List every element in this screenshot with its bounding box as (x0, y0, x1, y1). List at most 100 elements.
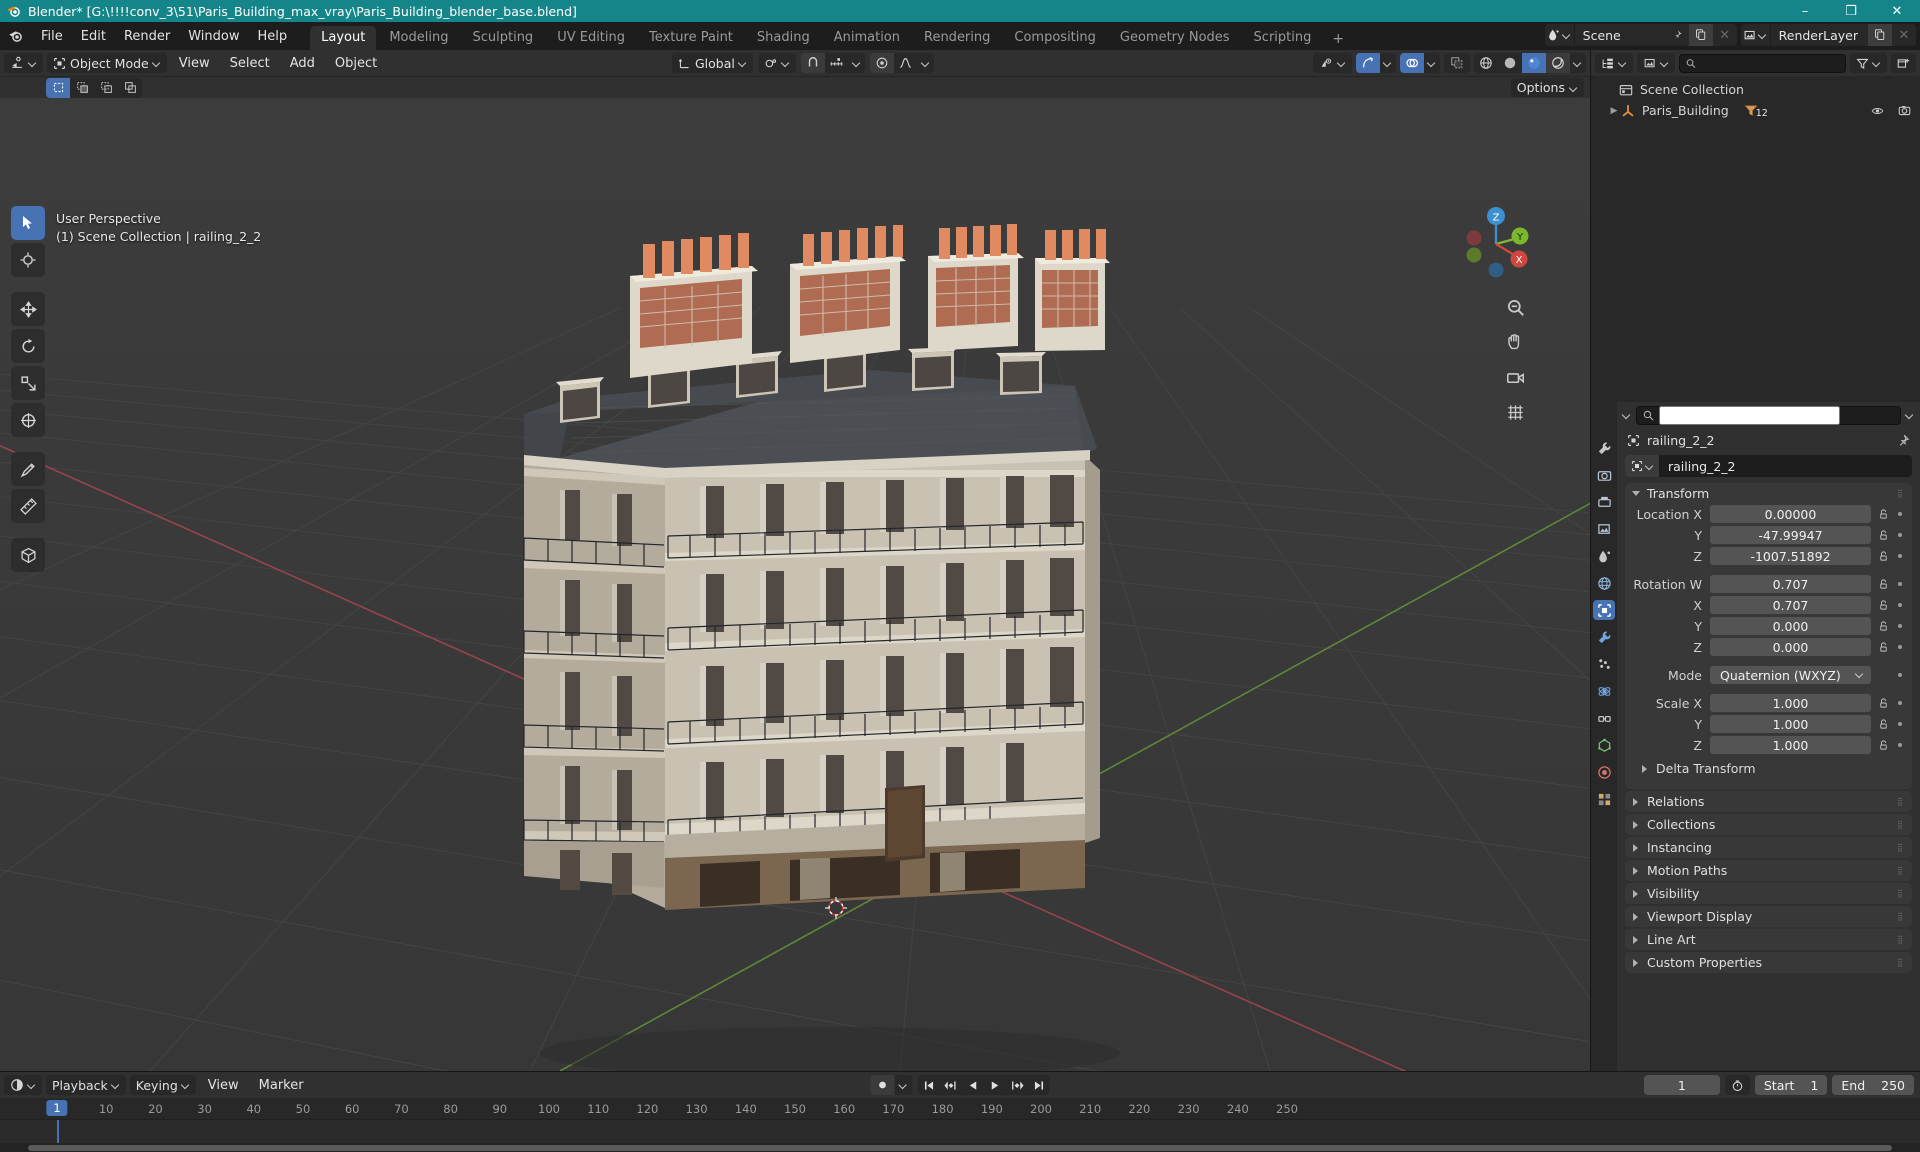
visibility-selector-button[interactable] (1313, 53, 1352, 73)
rendered-shading-icon[interactable] (1546, 53, 1570, 73)
intersect-select-mode-icon[interactable] (118, 77, 142, 98)
outliner-display-mode-button[interactable] (1637, 53, 1675, 73)
panel-header-custom-properties[interactable]: Custom Properties ⣿ (1625, 952, 1912, 973)
scale-z-field[interactable]: 1.000 (1710, 736, 1871, 754)
animate-dot-icon[interactable] (1898, 701, 1902, 705)
properties-search-box[interactable] (1636, 405, 1901, 425)
animate-dot-icon[interactable] (1898, 722, 1902, 726)
jump-to-start-button[interactable] (917, 1075, 940, 1095)
panel-header-relations[interactable]: Relations ⣿ (1625, 791, 1912, 812)
panel-motion-paths[interactable]: Motion Paths ⣿ (1625, 860, 1912, 881)
object-tab[interactable] (1593, 600, 1615, 620)
panel-header-viewport-display[interactable]: Viewport Display ⣿ (1625, 906, 1912, 927)
properties-options-chevron-icon[interactable] (1906, 411, 1914, 419)
timeline-playhead[interactable]: 1 (46, 1100, 68, 1116)
new-scene-icon[interactable] (1688, 24, 1713, 46)
annotate-tool[interactable] (11, 452, 45, 486)
viewport-options-button[interactable]: Options (1510, 78, 1584, 97)
new-view-layer-icon[interactable] (1868, 24, 1892, 46)
drag-grip-icon[interactable]: ⣿ (1897, 889, 1904, 898)
scene-tab[interactable] (1593, 546, 1615, 566)
tab-layout[interactable]: Layout (310, 26, 377, 50)
timeline-menu-view[interactable]: View (200, 1076, 247, 1095)
outliner-editor-type-button[interactable] (1595, 53, 1633, 73)
menu-window[interactable]: Window (179, 27, 248, 46)
menu-edit[interactable]: Edit (72, 27, 115, 46)
tab-sculpting[interactable]: Sculpting (461, 26, 544, 50)
render-tab[interactable] (1593, 465, 1615, 485)
location-y-field[interactable]: -47.99947 (1710, 526, 1871, 544)
rotation-z-field[interactable]: 0.000 (1710, 638, 1871, 656)
panel-header-visibility[interactable]: Visibility ⣿ (1625, 883, 1912, 904)
panel-custom-properties[interactable]: Custom Properties ⣿ (1625, 952, 1912, 973)
physics-tab[interactable] (1593, 681, 1615, 701)
panel-line-art[interactable]: Line Art ⣿ (1625, 929, 1912, 950)
drag-grip-icon[interactable]: ⣿ (1897, 489, 1904, 498)
drag-grip-icon[interactable]: ⣿ (1897, 935, 1904, 944)
close-button[interactable]: ✕ (1874, 0, 1920, 22)
wireframe-shading-icon[interactable] (1474, 53, 1498, 73)
particles-tab[interactable] (1593, 654, 1615, 674)
navigation-gizmo[interactable]: Z Y X (1454, 202, 1538, 286)
minimize-button[interactable]: – (1782, 0, 1828, 22)
location-z-field[interactable]: -1007.51892 (1710, 547, 1871, 565)
modifier-tab[interactable] (1593, 627, 1615, 647)
auto-keying-icon[interactable] (870, 1075, 895, 1095)
scene-icon[interactable] (1544, 24, 1575, 46)
maximize-button[interactable]: ❐ (1828, 0, 1874, 22)
viewport-menu-view[interactable]: View (171, 54, 218, 73)
delta-transform-header[interactable]: Delta Transform (1641, 759, 1905, 778)
set-select-mode-icon[interactable] (46, 77, 70, 98)
drag-grip-icon[interactable]: ⣿ (1897, 797, 1904, 806)
animate-dot-icon[interactable] (1898, 645, 1902, 649)
eye-icon[interactable] (1870, 105, 1885, 117)
proportional-edit-icon[interactable] (869, 53, 894, 73)
add-cube-tool[interactable] (11, 538, 45, 572)
use-preview-range-button[interactable] (1724, 1075, 1750, 1095)
world-tab[interactable] (1593, 573, 1615, 593)
rotation-x-field[interactable]: 0.707 (1710, 596, 1871, 614)
view-layer-icon[interactable] (1740, 24, 1771, 46)
animate-dot-icon[interactable] (1898, 512, 1902, 516)
menu-file[interactable]: File (32, 27, 72, 46)
texture-tab[interactable] (1593, 789, 1615, 809)
viewport-menu-select[interactable]: Select (222, 54, 278, 73)
frame-end-field[interactable]: End 250 (1832, 1075, 1914, 1095)
animate-dot-icon[interactable] (1898, 673, 1902, 677)
drag-grip-icon[interactable]: ⣿ (1897, 958, 1904, 967)
camera-render-icon[interactable] (1897, 104, 1912, 117)
menu-render[interactable]: Render (115, 27, 179, 46)
remove-scene-icon[interactable]: ✕ (1713, 24, 1737, 46)
tab-compositing[interactable]: Compositing (1003, 26, 1107, 50)
falloff-curve-icon[interactable] (893, 53, 918, 73)
panel-instancing[interactable]: Instancing ⣿ (1625, 837, 1912, 858)
material-tab[interactable] (1593, 762, 1615, 782)
viewport-menu-add[interactable]: Add (282, 54, 323, 73)
outliner-search-box[interactable] (1679, 53, 1846, 73)
rotation-y-field[interactable]: 0.000 (1710, 617, 1871, 635)
rotation-w-field[interactable]: 0.707 (1710, 575, 1871, 593)
view-layer-selector[interactable]: RenderLayer ✕ (1740, 24, 1916, 46)
tab-scripting[interactable]: Scripting (1243, 26, 1323, 50)
extend-select-mode-icon[interactable] (70, 77, 94, 98)
scale-x-field[interactable]: 1.000 (1710, 694, 1871, 712)
rotation-mode-dropdown[interactable]: Quaternion (WXYZ) (1710, 666, 1871, 684)
pin-scene-icon[interactable] (1665, 24, 1689, 46)
auto-keying-dropdown[interactable] (894, 1075, 913, 1095)
timeline-ruler[interactable]: 10 20 30 40 50 60 70 80 90 100 110 120 130 140 150 160 1… (0, 1098, 1920, 1120)
snap-target-icon[interactable] (824, 53, 849, 73)
expand-triangle-icon[interactable]: ▶ (1607, 106, 1621, 116)
drag-grip-icon[interactable]: ⣿ (1897, 843, 1904, 852)
xray-toggle-button[interactable] (1444, 53, 1470, 73)
snap-magnet-icon[interactable] (800, 53, 825, 73)
menu-help[interactable]: Help (249, 27, 297, 46)
animate-dot-icon[interactable] (1898, 582, 1902, 586)
shading-dropdown[interactable] (1570, 53, 1586, 73)
viewport-menu-object[interactable]: Object (327, 54, 385, 73)
gizmo-dropdown[interactable] (1380, 53, 1396, 73)
overlay-dropdown[interactable] (1424, 53, 1440, 73)
move-tool[interactable] (11, 292, 45, 326)
play-reverse-button[interactable] (961, 1075, 984, 1095)
output-tab[interactable] (1593, 492, 1615, 512)
tab-texture-paint[interactable]: Texture Paint (638, 26, 744, 50)
